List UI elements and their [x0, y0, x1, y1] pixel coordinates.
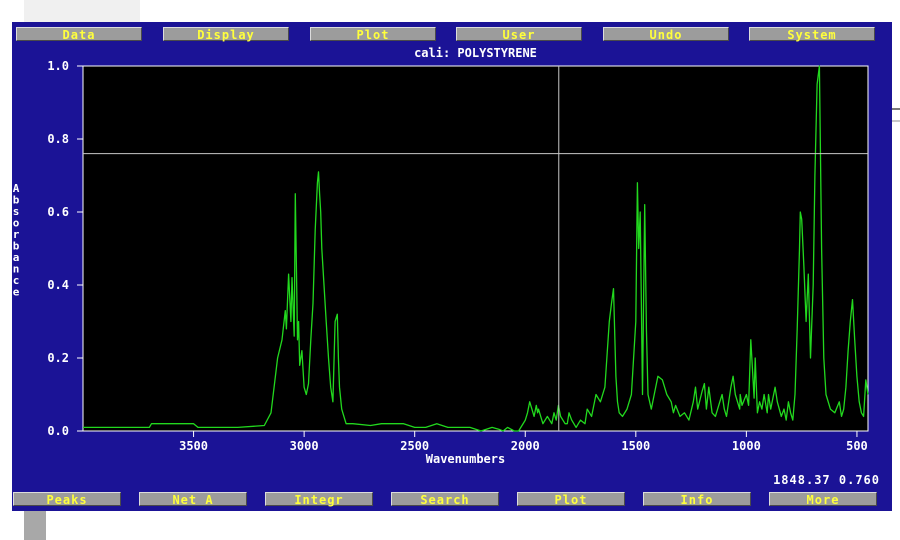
- background-window-fragment-bottom: [24, 511, 46, 540]
- x-tick-label: 2500: [400, 439, 429, 453]
- y-tick-label: 0.6: [47, 205, 69, 219]
- x-tick-label: 3500: [179, 439, 208, 453]
- background-window-edge: [892, 108, 900, 122]
- background-window-fragment: [24, 0, 140, 22]
- plot-button[interactable]: Plot: [517, 492, 625, 507]
- y-tick-label: 1.0: [47, 59, 69, 73]
- spectrum-application-window: Data Display Plot User Undo System cali:…: [12, 22, 892, 511]
- y-tick-label: 0.0: [47, 424, 69, 438]
- info-button[interactable]: Info: [643, 492, 751, 507]
- more-button[interactable]: More: [769, 492, 877, 507]
- y-tick-label: 0.2: [47, 351, 69, 365]
- x-tick-label: 1000: [732, 439, 761, 453]
- net-a-button[interactable]: Net A: [139, 492, 247, 507]
- chart-title: cali: POLYSTYRENE: [414, 46, 537, 60]
- peaks-button[interactable]: Peaks: [13, 492, 121, 507]
- y-tick-label: 0.4: [47, 278, 69, 292]
- x-tick-label: 1500: [621, 439, 650, 453]
- x-tick-label: 500: [846, 439, 868, 453]
- y-tick-label: 0.8: [47, 132, 69, 146]
- y-axis-label: Absorbance: [13, 182, 20, 299]
- x-tick-label: 2000: [511, 439, 540, 453]
- x-tick-label: 3000: [290, 439, 319, 453]
- spectrum-plot[interactable]: cali: POLYSTYRENE 0.0 0.2 0.4 0.6 0.8 1.0 3500 3…: [12, 22, 892, 511]
- x-axis-label: Wavenumbers: [426, 452, 505, 466]
- search-button[interactable]: Search: [391, 492, 499, 507]
- integr-button[interactable]: Integr: [265, 492, 373, 507]
- plot-area: [82, 65, 869, 432]
- cursor-readout: 1848.37 0.760: [773, 473, 880, 487]
